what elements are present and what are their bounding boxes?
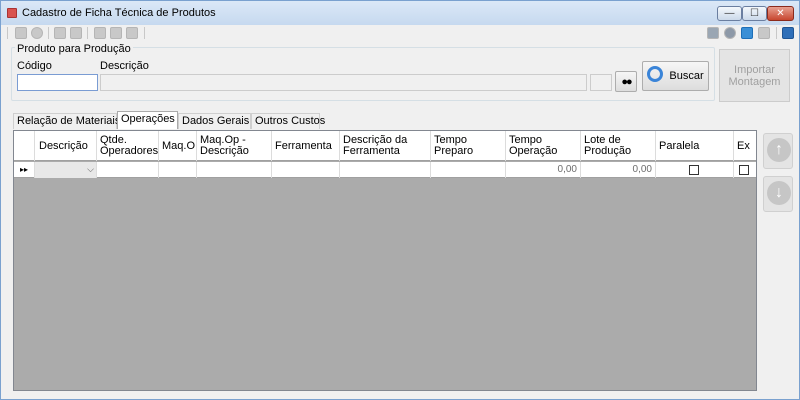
paralela-checkbox[interactable] xyxy=(689,165,699,175)
undo-icon[interactable] xyxy=(70,27,82,39)
col-descricao-ferramenta[interactable]: Descrição da Ferramenta xyxy=(340,131,431,161)
product-group-label: Produto para Produção xyxy=(15,43,133,55)
importar-line1: Importar xyxy=(734,64,775,76)
col-ex[interactable]: Ex xyxy=(734,131,756,161)
cancel-icon[interactable] xyxy=(31,27,43,39)
col-lote-producao[interactable]: Lote de Produção xyxy=(581,131,656,161)
close-button[interactable]: ✕ xyxy=(767,6,794,21)
save-icon[interactable] xyxy=(54,27,66,39)
buscar-button[interactable]: Buscar xyxy=(642,61,709,91)
cell-descricao-ferramenta[interactable] xyxy=(340,162,431,178)
arrow-up-icon: ↑ xyxy=(767,138,791,162)
extra-input[interactable] xyxy=(590,74,612,91)
toolbar-separator xyxy=(48,27,49,39)
cell-tempo-operacao[interactable]: 0,00 xyxy=(506,162,581,178)
magnifier-icon xyxy=(647,66,664,82)
cell-ex xyxy=(734,162,756,178)
binoculars-icon: ●● xyxy=(621,75,632,88)
tab-relacao-materiais[interactable]: Relação de Materiais xyxy=(13,113,120,129)
app-icon xyxy=(7,8,17,18)
cell-maq-op-descricao[interactable] xyxy=(197,162,272,178)
col-maq-op-descricao[interactable]: Maq.Op - Descrição xyxy=(197,131,272,161)
settings-icon[interactable] xyxy=(724,27,736,39)
cell-ferramenta[interactable] xyxy=(272,162,340,178)
col-descricao[interactable]: Descrição xyxy=(35,131,97,161)
window-title: Cadastro de Ficha Técnica de Produtos xyxy=(22,7,216,19)
arrow-down-icon: ↓ xyxy=(767,181,791,205)
cell-lote-producao[interactable]: 0,00 xyxy=(581,162,656,178)
ex-checkbox[interactable] xyxy=(739,165,749,175)
codigo-label: Código xyxy=(17,60,52,72)
descricao-label: Descrição xyxy=(100,60,149,72)
minimize-button[interactable]: — xyxy=(717,6,742,21)
user-icon[interactable] xyxy=(758,27,770,39)
toolbar-separator xyxy=(776,27,777,39)
operacoes-grid[interactable]: Descrição Qtde. Operadores Maq.O Maq.Op … xyxy=(13,130,757,391)
importar-line2: Montagem xyxy=(728,76,781,88)
main-window: Cadastro de Ficha Técnica de Produtos — … xyxy=(0,0,800,400)
cell-tempo-preparo[interactable] xyxy=(431,162,506,178)
importar-montagem-button[interactable]: Importar Montagem xyxy=(719,49,790,102)
cell-paralela xyxy=(656,162,734,178)
buscar-label: Buscar xyxy=(669,70,704,82)
toolbar-grip xyxy=(7,27,8,39)
grid-header: Descrição Qtde. Operadores Maq.O Maq.Op … xyxy=(14,131,756,161)
col-tempo-operacao[interactable]: Tempo Operação xyxy=(506,131,581,161)
codigo-input[interactable] xyxy=(17,74,98,91)
title-bar: Cadastro de Ficha Técnica de Produtos — … xyxy=(1,1,799,25)
tab-outros-custos[interactable]: Outros Custos xyxy=(251,113,325,129)
refresh-icon[interactable] xyxy=(741,27,753,39)
table-row[interactable]: ▸▸ ⌵ 0,00 0,00 xyxy=(14,162,756,178)
maximize-button[interactable]: ☐ xyxy=(742,6,767,21)
row-header-corner xyxy=(14,131,35,161)
new-icon[interactable] xyxy=(15,27,27,39)
descricao-input[interactable] xyxy=(100,74,587,91)
tab-operacoes[interactable]: Operações xyxy=(117,111,178,129)
col-ferramenta[interactable]: Ferramenta xyxy=(272,131,340,161)
grid-icon[interactable] xyxy=(110,27,122,39)
move-up-button[interactable]: ↑ xyxy=(763,133,793,169)
row-indicator: ▸▸ xyxy=(14,162,35,178)
move-down-button[interactable]: ↓ xyxy=(763,176,793,212)
eraser-icon[interactable] xyxy=(126,27,138,39)
col-tempo-preparo[interactable]: Tempo Preparo xyxy=(431,131,506,161)
col-paralela[interactable]: Paralela xyxy=(656,131,734,161)
toolbar xyxy=(1,25,799,41)
chevron-down-icon[interactable]: ⌵ xyxy=(87,162,94,177)
cell-maq-o[interactable] xyxy=(159,162,197,178)
descricao-combobox[interactable]: ⌵ xyxy=(35,162,97,178)
binoculars-button[interactable]: ●● xyxy=(615,71,637,92)
col-qtde-operadores[interactable]: Qtde. Operadores xyxy=(97,131,159,161)
col-maq-o[interactable]: Maq.O xyxy=(159,131,197,161)
cell-qtde-operadores[interactable] xyxy=(97,162,159,178)
toolbar-separator xyxy=(144,27,145,39)
search-icon[interactable] xyxy=(94,27,106,39)
menu-icon[interactable] xyxy=(782,27,794,39)
tab-dados-gerais[interactable]: Dados Gerais xyxy=(178,113,251,129)
layers-icon[interactable] xyxy=(707,27,719,39)
toolbar-separator xyxy=(87,27,88,39)
